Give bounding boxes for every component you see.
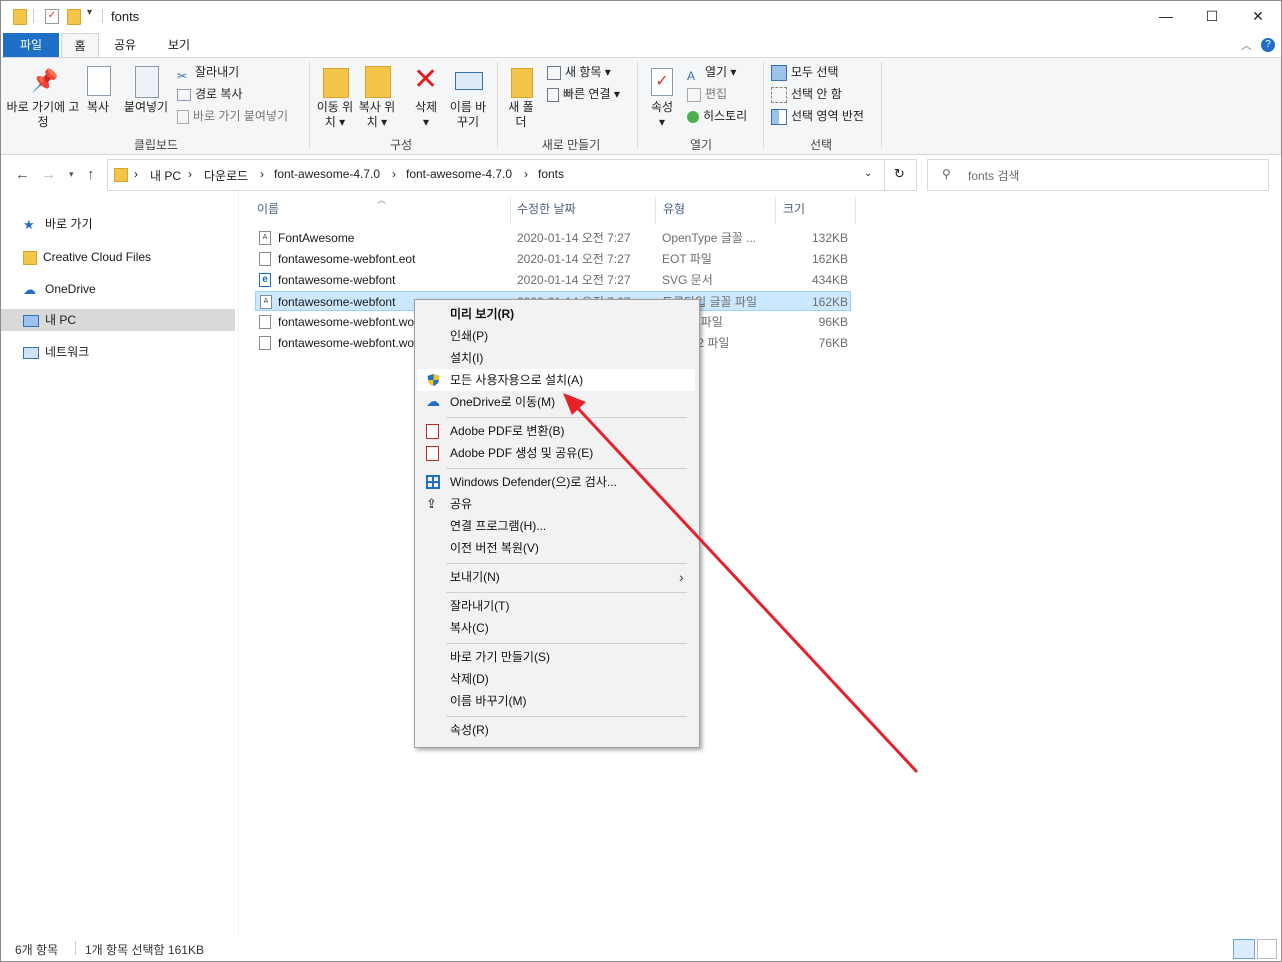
status-item-count: 6개 항목 (15, 943, 59, 957)
status-selection: 1개 항목 선택함 161KB (85, 943, 204, 957)
details-view-icon[interactable] (1233, 939, 1255, 959)
divider (75, 941, 76, 955)
annotation-arrow (563, 393, 919, 774)
large-icons-view-icon[interactable] (1257, 939, 1277, 959)
explorer-window: ✓ ▾ fonts — ☐ ✕ 파일 홈 공유 보기 ︿ ? 📌 바로 가기에 … (0, 0, 1282, 962)
arrow-shaft (571, 401, 919, 774)
